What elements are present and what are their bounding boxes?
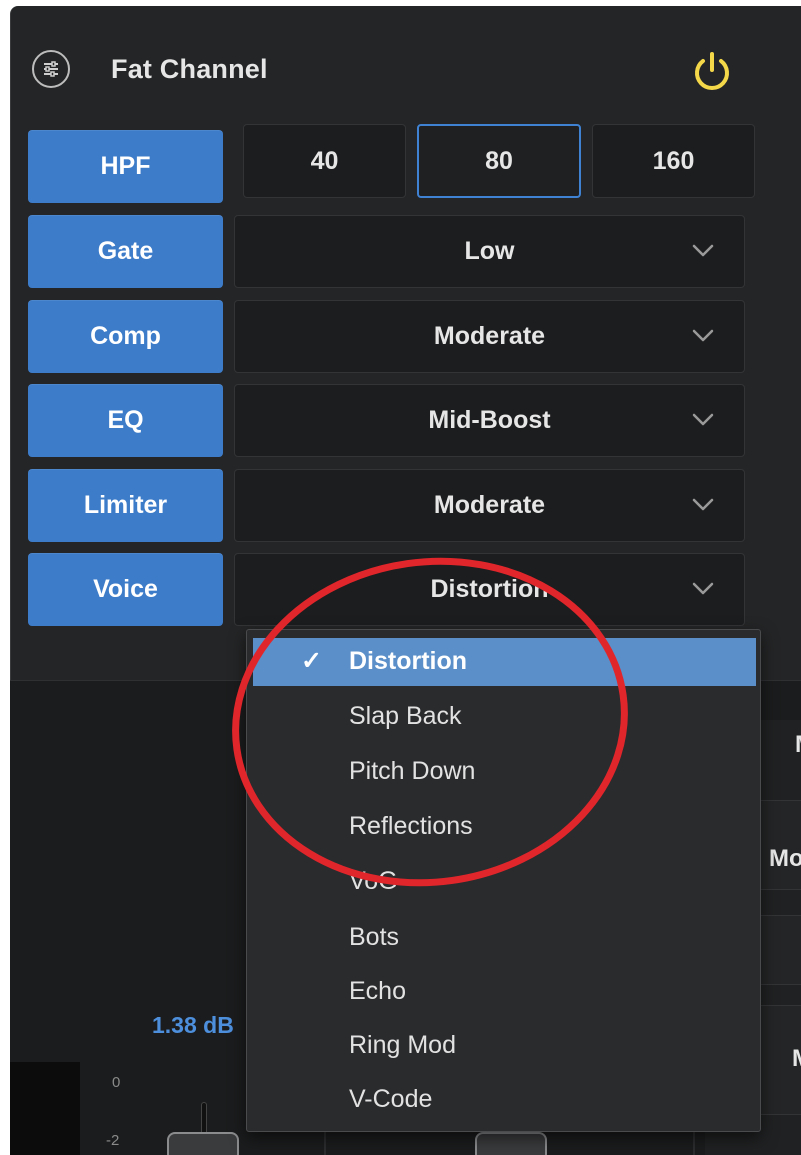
menu-item-label: Echo bbox=[349, 977, 406, 1005]
menu-item-label: Ring Mod bbox=[349, 1031, 456, 1059]
menu-item-pitch-down[interactable]: Pitch Down bbox=[253, 748, 756, 796]
menu-item-slap-back[interactable]: Slap Back bbox=[253, 693, 756, 741]
checkmark-icon: ✓ bbox=[301, 647, 322, 675]
menu-item-ring-mod[interactable]: Ring Mod bbox=[253, 1022, 756, 1070]
voice-dropdown[interactable]: Distortion bbox=[234, 553, 745, 626]
chevron-down-icon bbox=[692, 498, 714, 511]
chevron-down-icon bbox=[692, 244, 714, 257]
settings-sliders-icon[interactable] bbox=[32, 50, 70, 88]
meter-scale-label: 0 bbox=[112, 1074, 121, 1091]
chevron-down-icon bbox=[692, 413, 714, 426]
gate-dropdown[interactable]: Low bbox=[234, 215, 745, 288]
right-panel-fragment: Mo bbox=[769, 845, 801, 872]
limiter-dropdown-value: Moderate bbox=[433, 491, 546, 519]
hpf-option-160[interactable]: 160 bbox=[592, 124, 755, 198]
screenshot-stage: M Mo M 1.38 dB 0 -2 Fat Channel HPF Gate… bbox=[0, 0, 801, 1155]
chevron-down-icon bbox=[692, 582, 714, 595]
comp-toggle-button[interactable]: Comp bbox=[28, 300, 223, 373]
voice-dropdown-menu: ✓ Distortion Slap Back Pitch Down Reflec… bbox=[246, 629, 761, 1132]
menu-item-vog[interactable]: VoG bbox=[253, 858, 756, 906]
menu-item-echo[interactable]: Echo bbox=[253, 968, 756, 1016]
meter-scale-label: -2 bbox=[106, 1132, 120, 1149]
right-panel-fragment: M bbox=[792, 1045, 801, 1073]
menu-item-label: Distortion bbox=[349, 647, 468, 675]
voice-toggle-button[interactable]: Voice bbox=[28, 553, 223, 626]
comp-dropdown-value: Moderate bbox=[433, 322, 546, 350]
right-panel-fragment: M bbox=[795, 731, 801, 759]
eq-dropdown[interactable]: Mid-Boost bbox=[234, 384, 745, 457]
hpf-option-40[interactable]: 40 bbox=[243, 124, 406, 198]
gain-readout: 1.38 dB bbox=[152, 1012, 234, 1038]
eq-dropdown-value: Mid-Boost bbox=[428, 406, 551, 434]
hpf-option-80[interactable]: 80 bbox=[417, 124, 581, 198]
chevron-down-icon bbox=[692, 329, 714, 342]
panel-title: Fat Channel bbox=[111, 54, 268, 84]
menu-item-label: Pitch Down bbox=[349, 757, 476, 785]
menu-item-label: Slap Back bbox=[349, 702, 462, 730]
menu-item-distortion[interactable]: ✓ Distortion bbox=[253, 638, 756, 686]
voice-dropdown-value: Distortion bbox=[430, 575, 549, 603]
menu-item-label: Reflections bbox=[349, 812, 473, 840]
menu-item-reflections[interactable]: Reflections bbox=[253, 803, 756, 851]
hpf-toggle-button[interactable]: HPF bbox=[28, 130, 223, 203]
gate-dropdown-value: Low bbox=[464, 237, 515, 265]
fader-handle[interactable] bbox=[475, 1132, 547, 1155]
comp-dropdown[interactable]: Moderate bbox=[234, 300, 745, 373]
menu-item-label: Bots bbox=[349, 923, 400, 951]
limiter-dropdown[interactable]: Moderate bbox=[234, 469, 745, 542]
fader-handle[interactable] bbox=[167, 1132, 239, 1155]
gate-toggle-button[interactable]: Gate bbox=[28, 215, 223, 288]
level-meter bbox=[10, 1062, 80, 1155]
menu-item-label: VoG bbox=[349, 867, 398, 895]
limiter-toggle-button[interactable]: Limiter bbox=[28, 469, 223, 542]
eq-toggle-button[interactable]: EQ bbox=[28, 384, 223, 457]
menu-item-v-code[interactable]: V-Code bbox=[253, 1076, 756, 1124]
power-icon[interactable] bbox=[690, 50, 734, 94]
menu-item-label: V-Code bbox=[349, 1085, 433, 1113]
menu-item-bots[interactable]: Bots bbox=[253, 914, 756, 962]
